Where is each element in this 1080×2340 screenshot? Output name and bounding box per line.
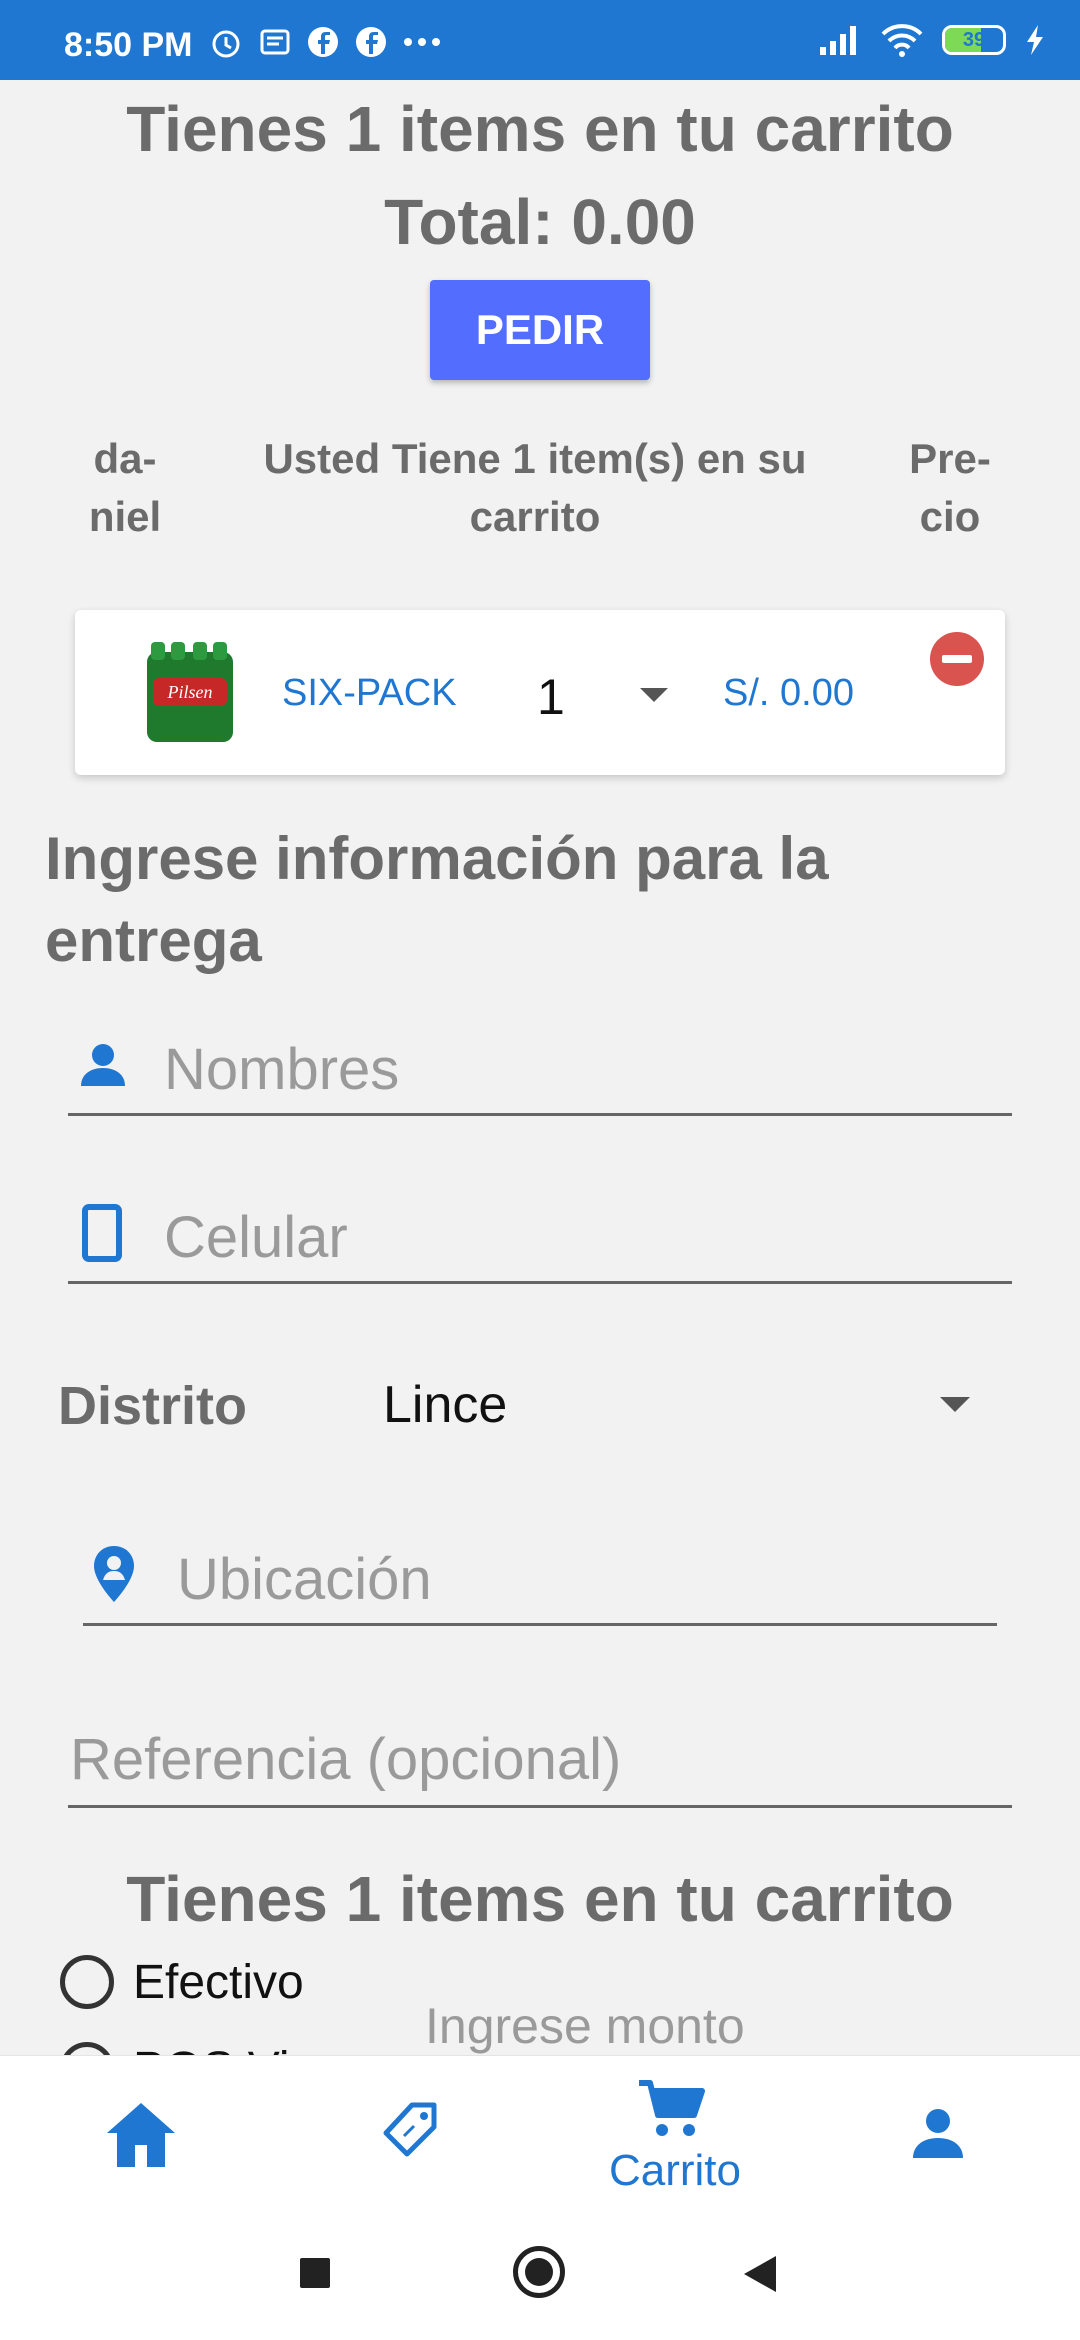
cart-headline-repeat: Tienes 1 items en tu carrito xyxy=(126,1863,954,1935)
status-bar: 8:50 PM 39 xyxy=(0,0,1080,80)
location-field[interactable]: Ubicación xyxy=(83,1530,997,1626)
battery-level: 39 xyxy=(962,29,986,51)
name-placeholder: Nombres xyxy=(164,1037,400,1102)
delivery-section-title: Ingrese información para la entrega xyxy=(45,825,829,974)
cart-total: Total: 0.00 xyxy=(384,186,696,258)
charging-icon xyxy=(1027,25,1043,55)
district-select[interactable]: Lince xyxy=(383,1375,507,1435)
column-header-price: Pre- cio xyxy=(909,435,991,540)
cart-item-card: Pilsen SIX-PACK 1 S/. 0.00 xyxy=(75,610,1005,775)
cart-item-price: S/. 0.00 xyxy=(723,672,854,714)
reference-placeholder: Referencia (opcional) xyxy=(70,1727,622,1792)
phone-field[interactable]: Celular xyxy=(68,1188,1012,1284)
phone-placeholder: Celular xyxy=(164,1205,348,1270)
back-icon[interactable] xyxy=(740,2254,780,2294)
cart-headline: Tienes 1 items en tu carrito xyxy=(126,93,954,165)
location-placeholder: Ubicación xyxy=(177,1547,432,1612)
remove-item-icon[interactable] xyxy=(930,632,984,686)
six-pack-product-image: Pilsen xyxy=(147,642,233,742)
phone-icon xyxy=(82,1204,122,1262)
signal-icon xyxy=(820,26,856,55)
wifi-icon xyxy=(881,24,923,57)
column-header-user: da- niel xyxy=(88,435,162,540)
nav-offers[interactable] xyxy=(360,2056,460,2211)
nav-home[interactable] xyxy=(90,2056,200,2211)
reference-field[interactable]: Referencia (opcional) xyxy=(68,1712,1012,1808)
cart-icon xyxy=(639,2080,705,2136)
system-navigation-bar xyxy=(0,2210,1080,2340)
status-time: 8:50 PM xyxy=(64,26,193,64)
person-icon xyxy=(81,1044,125,1086)
cart-item-name[interactable]: SIX-PACK xyxy=(282,672,457,715)
quantity-dropdown-arrow-icon[interactable] xyxy=(640,688,668,702)
tag-icon xyxy=(383,2102,437,2157)
home-circle-icon[interactable] xyxy=(513,2246,565,2298)
column-header-items: Usted Tiene 1 item(s) en su carrito xyxy=(263,435,807,540)
bottom-navigation: Carrito xyxy=(0,2055,1080,2210)
amount-input[interactable]: Ingrese monto xyxy=(425,1997,745,2055)
location-pin-icon xyxy=(94,1546,134,1602)
message-icon xyxy=(260,29,290,55)
battery-icon: 39 xyxy=(942,25,1006,55)
nav-profile[interactable] xyxy=(890,2056,990,2211)
order-button[interactable]: PEDIR xyxy=(430,280,650,380)
notification-icons xyxy=(208,24,442,60)
facebook-icon xyxy=(308,27,338,57)
payment-radio-cash[interactable] xyxy=(60,1955,114,2009)
product-logo-text: Pilsen xyxy=(167,682,213,702)
facebook-icon xyxy=(356,27,386,57)
district-label: Distrito xyxy=(58,1376,247,1436)
recents-icon[interactable] xyxy=(300,2258,330,2288)
payment-label-cash: Efectivo xyxy=(133,1956,304,2009)
district-dropdown-arrow-icon[interactable] xyxy=(940,1397,970,1412)
alarm-icon xyxy=(212,30,240,58)
nav-cart-label: Carrito xyxy=(608,2146,742,2195)
home-icon xyxy=(107,2103,175,2167)
person-icon xyxy=(913,2109,963,2158)
more-dots-icon xyxy=(404,38,440,46)
name-field[interactable]: Nombres xyxy=(68,1020,1012,1116)
cart-item-quantity[interactable]: 1 xyxy=(537,668,565,726)
nav-cart[interactable]: Carrito xyxy=(585,2056,765,2211)
